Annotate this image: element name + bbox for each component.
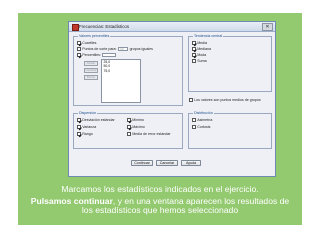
- moda-option[interactable]: Moda: [192, 53, 206, 57]
- statistics-dialog: Frecuencias: Estadísticos ✕ Valores perc…: [68, 21, 276, 177]
- puntos-corte-label: Puntos de corte para:: [82, 47, 117, 51]
- caption-rest-text: , y en una ventana aparecen los resultad…: [81, 196, 290, 215]
- rango-checkbox[interactable]: [77, 132, 81, 136]
- error-media-option[interactable]: Media de error estándar: [127, 132, 171, 136]
- suma-option[interactable]: Suma: [192, 59, 207, 63]
- percentiles-group-title: Valores percentiles: [78, 34, 111, 38]
- moda-label: Moda: [197, 53, 207, 57]
- desviacion-label: Desviación estándar: [82, 118, 115, 122]
- dispersion-group: Dispersión Desviación estándar Varianza …: [73, 111, 183, 149]
- dialog-title: Frecuencias: Estadísticos: [79, 24, 130, 29]
- spss-app-icon: [72, 24, 79, 31]
- midpoint-label: Los valores son puntos medios de grupos: [194, 98, 261, 102]
- error-media-checkbox[interactable]: [127, 132, 131, 136]
- puntos-corte-option[interactable]: Puntos de corte para: 10 grupos iguales: [77, 47, 153, 51]
- minimo-checkbox[interactable]: [127, 118, 131, 122]
- percentiles-option[interactable]: Percentiles:: [77, 53, 118, 57]
- grupos-iguales-label: grupos iguales: [129, 47, 153, 51]
- varianza-option[interactable]: Varianza: [77, 125, 96, 129]
- percentiles-checkbox[interactable]: [77, 53, 81, 57]
- varianza-label: Varianza: [82, 125, 97, 129]
- midpoint-option[interactable]: Los valores son puntos medios de grupos: [189, 98, 261, 102]
- central-tendency-group: Tendencia central Media Mediana Moda Sum…: [188, 34, 272, 92]
- dialog-titlebar: Frecuencias: Estadísticos ✕: [69, 22, 275, 32]
- curtosis-option[interactable]: Curtosis: [192, 125, 210, 129]
- cancelar-button[interactable]: Cancelar: [156, 160, 178, 166]
- cuartiles-label: Cuartiles: [82, 41, 97, 45]
- mediana-label: Mediana: [197, 47, 211, 51]
- suma-checkbox[interactable]: [192, 59, 196, 63]
- error-media-label: Media de error estándar: [132, 132, 171, 136]
- maximo-label: Máximo: [132, 125, 145, 129]
- minimo-option[interactable]: Mínimo: [127, 118, 144, 122]
- change-percentile-button[interactable]: Cambiar: [84, 68, 98, 73]
- curtosis-label: Curtosis: [197, 125, 211, 129]
- suma-label: Suma: [197, 59, 207, 63]
- percentiles-label: Percentiles:: [82, 53, 101, 57]
- add-percentile-button[interactable]: Añadir: [84, 61, 98, 66]
- cuartiles-checkbox[interactable]: [77, 41, 81, 45]
- midpoint-checkbox[interactable]: [189, 98, 193, 102]
- varianza-checkbox[interactable]: [77, 125, 81, 129]
- desviacion-option[interactable]: Desviación estándar: [77, 118, 115, 122]
- media-option[interactable]: Media: [192, 41, 207, 45]
- moda-checkbox[interactable]: [192, 53, 196, 57]
- media-label: Media: [197, 41, 207, 45]
- puntos-corte-input[interactable]: 10: [118, 47, 129, 51]
- media-checkbox[interactable]: [192, 41, 196, 45]
- close-button[interactable]: ✕: [262, 23, 273, 31]
- maximo-checkbox[interactable]: [127, 125, 131, 129]
- list-item[interactable]: 75,0: [102, 69, 140, 73]
- caption-line-1: Marcamos los estadísticos indicados en e…: [61, 184, 259, 194]
- asimetria-checkbox[interactable]: [192, 118, 196, 122]
- asimetria-option[interactable]: Asimetría: [192, 118, 212, 122]
- distribution-group: Distribución Asimetría Curtosis: [188, 111, 272, 149]
- central-tendency-group-title: Tendencia central: [193, 34, 224, 38]
- curtosis-checkbox[interactable]: [192, 125, 196, 129]
- percentiles-group: Valores percentiles Cuartiles Puntos de …: [73, 34, 183, 106]
- continuar-button[interactable]: Continuar: [131, 160, 153, 166]
- mediana-option[interactable]: Mediana: [192, 47, 211, 51]
- slide-background: Frecuencias: Estadísticos ✕ Valores perc…: [18, 13, 302, 225]
- minimo-label: Mínimo: [132, 118, 144, 122]
- caption-line-2: Pulsamos continuar, y en una ventana apa…: [18, 197, 302, 214]
- maximo-option[interactable]: Máximo: [127, 125, 145, 129]
- desviacion-checkbox[interactable]: [77, 118, 81, 122]
- dispersion-group-title: Dispersión: [78, 111, 97, 115]
- mediana-checkbox[interactable]: [192, 47, 196, 51]
- rango-option[interactable]: Rango: [77, 132, 93, 136]
- asimetria-label: Asimetría: [197, 118, 213, 122]
- puntos-corte-checkbox[interactable]: [77, 47, 81, 51]
- percentiles-list[interactable]: 25,0 50,0 75,0: [101, 59, 141, 103]
- percentile-value-input[interactable]: [102, 53, 117, 57]
- distribution-group-title: Distribución: [193, 111, 214, 115]
- rango-label: Rango: [82, 132, 93, 136]
- ayuda-button[interactable]: Ayuda: [181, 160, 201, 166]
- remove-percentile-button[interactable]: Borrar: [84, 75, 98, 80]
- cuartiles-option[interactable]: Cuartiles: [77, 41, 96, 45]
